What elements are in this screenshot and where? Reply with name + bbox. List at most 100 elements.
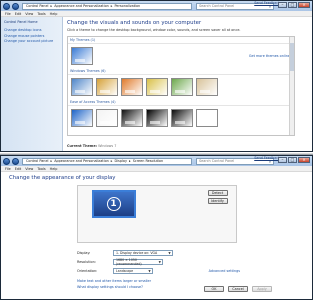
- forward-button[interactable]: [12, 157, 19, 165]
- breadcrumb-separator-icon: ▸: [129, 159, 131, 163]
- display-preview: 1 Detect Identify: [76, 185, 237, 243]
- chevron-down-icon: ▼: [158, 260, 161, 264]
- search-placeholder: Search Control Panel: [199, 4, 235, 8]
- text-size-link[interactable]: Make text and other items larger or smal…: [77, 279, 151, 283]
- page-description: Click a theme to change the desktop back…: [67, 28, 241, 32]
- sidebar-link-desktop-icons[interactable]: Change desktop icons: [4, 28, 59, 32]
- window-body: Control Panel Home Change desktop icons …: [1, 17, 312, 151]
- breadcrumb-item[interactable]: Control Panel: [26, 159, 48, 163]
- orientation-select-value: Landscape: [116, 269, 134, 273]
- minimize-button[interactable]: –: [278, 2, 287, 8]
- theme-thumbnail[interactable]: [171, 78, 193, 96]
- menu-edit[interactable]: Edit: [15, 167, 22, 171]
- menu-help[interactable]: Help: [50, 167, 58, 171]
- theme-thumbnail[interactable]: [121, 78, 143, 96]
- resolution-select-value: 1680 × 1050 (recommended): [116, 258, 142, 266]
- menu-file[interactable]: File: [5, 167, 11, 171]
- theme-thumbnail[interactable]: [96, 78, 118, 96]
- back-button[interactable]: [3, 157, 10, 165]
- breadcrumb-separator-icon: ▸: [50, 4, 53, 8]
- title-bar: Control Panel ▸ Appearance and Personali…: [1, 1, 312, 11]
- breadcrumb-item[interactable]: Screen Resolution: [133, 159, 163, 163]
- display-select-value: 1. Display device on: VGA: [116, 251, 158, 255]
- theme-thumbnail[interactable]: [146, 78, 168, 96]
- window-controls: – □ ×: [278, 157, 310, 163]
- breadcrumb-item[interactable]: Appearance and Personalization: [54, 159, 109, 163]
- display-label: Display:: [77, 251, 91, 255]
- orientation-row: Orientation: Landscape ▼: [77, 268, 153, 274]
- breadcrumb-separator-icon: ▸: [110, 4, 113, 8]
- theme-thumbnail[interactable]: [96, 109, 118, 127]
- get-more-themes-link[interactable]: Get more themes online: [249, 54, 290, 58]
- menu-tools[interactable]: Tools: [37, 12, 45, 16]
- orientation-select[interactable]: Landscape ▼: [113, 268, 153, 274]
- theme-thumbnail[interactable]: [71, 78, 93, 96]
- monitor-number: 1: [106, 197, 121, 211]
- identify-button[interactable]: Identify: [207, 198, 228, 204]
- windows-themes-row: [68, 75, 294, 99]
- menu-file[interactable]: File: [5, 12, 11, 16]
- page-title: Change the visuals and sounds on your co…: [67, 20, 202, 26]
- close-button[interactable]: ×: [298, 157, 310, 163]
- back-button[interactable]: [3, 2, 10, 10]
- theme-thumbnail[interactable]: [121, 109, 143, 127]
- gallery-scrollbar[interactable]: [289, 37, 294, 135]
- breadcrumb-separator-icon: ▸: [110, 159, 113, 163]
- ok-button[interactable]: OK: [204, 286, 224, 292]
- address-bar[interactable]: Control Panel ▸ Appearance and Personali…: [22, 2, 192, 10]
- theme-thumbnail[interactable]: [171, 109, 193, 127]
- title-bar: Control Panel ▸ Appearance and Personali…: [1, 156, 312, 166]
- display-row: Display: 1. Display device on: VGA ▼: [77, 250, 173, 256]
- current-theme: Current Theme: Windows 7: [67, 144, 116, 148]
- forward-button[interactable]: [12, 2, 19, 10]
- sidebar-link-mouse-pointers[interactable]: Change mouse pointers: [4, 34, 59, 38]
- minimize-button[interactable]: –: [278, 157, 287, 163]
- current-theme-value: Windows 7: [98, 144, 117, 148]
- theme-thumbnail[interactable]: [146, 109, 168, 127]
- main-content: Change the visuals and sounds on your co…: [63, 17, 312, 151]
- detect-button[interactable]: Detect: [207, 190, 228, 196]
- maximize-button[interactable]: □: [288, 2, 297, 8]
- search-placeholder: Search Control Panel: [199, 159, 235, 163]
- menu-view[interactable]: View: [25, 167, 33, 171]
- send-feedback-link[interactable]: Send Feedback: [254, 156, 280, 160]
- breadcrumb-item[interactable]: Personalization: [115, 4, 141, 8]
- main-content: Change the appearance of your display 1 …: [1, 172, 312, 299]
- page-title: Change the appearance of your display: [9, 175, 116, 181]
- theme-gallery: My Themes (1) Windows Themes (6) Ease of…: [67, 36, 295, 136]
- apply-button[interactable]: Apply: [252, 286, 272, 292]
- resolution-row: Resolution: 1680 × 1050 (recommended) ▼: [77, 258, 163, 266]
- sidebar-link-account-picture[interactable]: Change your account picture: [4, 39, 59, 43]
- menu-help[interactable]: Help: [50, 12, 58, 16]
- advanced-settings-link[interactable]: Advanced settings: [209, 269, 240, 273]
- send-feedback-link[interactable]: Send Feedback: [254, 1, 280, 5]
- theme-thumbnail[interactable]: [71, 47, 93, 65]
- cancel-button[interactable]: Cancel: [228, 286, 248, 292]
- menu-view[interactable]: View: [25, 12, 33, 16]
- screen-resolution-window: Control Panel ▸ Appearance and Personali…: [0, 155, 313, 300]
- sidebar-home-link[interactable]: Control Panel Home: [4, 20, 59, 24]
- window-controls: – □ ×: [278, 2, 310, 8]
- breadcrumb-item[interactable]: Control Panel: [26, 4, 48, 8]
- scrollbar-thumb[interactable]: [290, 43, 294, 71]
- theme-thumbnail[interactable]: [71, 109, 93, 127]
- display-select[interactable]: 1. Display device on: VGA ▼: [113, 250, 173, 256]
- breadcrumb-separator-icon: ▸: [50, 159, 53, 163]
- current-theme-label: Current Theme:: [67, 144, 97, 148]
- theme-thumbnail[interactable]: [196, 109, 218, 127]
- breadcrumb-item[interactable]: Appearance and Personalization: [54, 4, 109, 8]
- resolution-select[interactable]: 1680 × 1050 (recommended) ▼: [113, 258, 163, 266]
- theme-thumbnail[interactable]: [196, 78, 218, 96]
- menu-edit[interactable]: Edit: [15, 12, 22, 16]
- address-bar[interactable]: Control Panel ▸ Appearance and Personali…: [22, 157, 192, 165]
- sidebar: Control Panel Home Change desktop icons …: [1, 17, 63, 151]
- group-high-contrast-themes: Ease of Access Themes (4): [68, 99, 294, 106]
- display-settings-help-link[interactable]: What display settings should I choose?: [77, 285, 143, 289]
- personalization-window: Control Panel ▸ Appearance and Personali…: [0, 0, 313, 152]
- maximize-button[interactable]: □: [288, 157, 297, 163]
- menu-tools[interactable]: Tools: [37, 167, 45, 171]
- close-button[interactable]: ×: [298, 2, 310, 8]
- monitor-icon[interactable]: 1: [91, 190, 136, 218]
- breadcrumb-item[interactable]: Display: [115, 159, 128, 163]
- chevron-down-icon: ▼: [148, 269, 151, 273]
